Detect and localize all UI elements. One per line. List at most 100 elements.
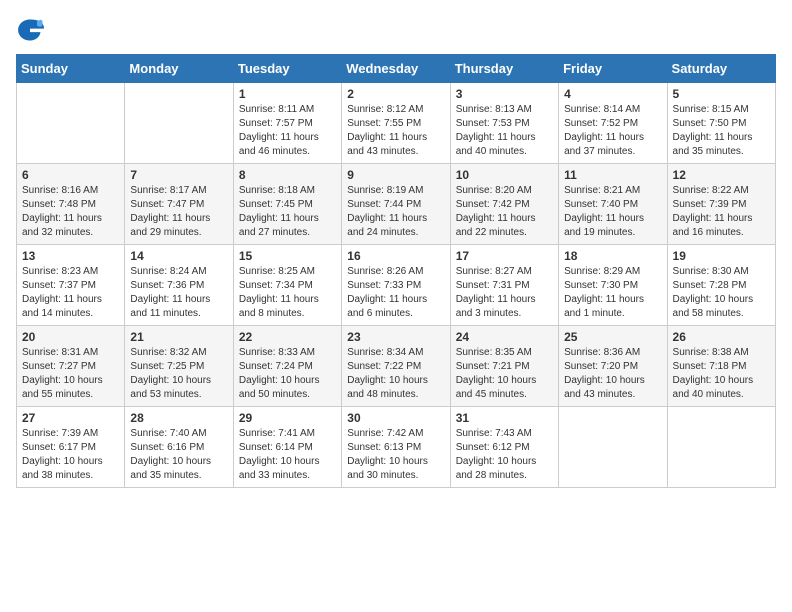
calendar-cell: 12 Sunrise: 8:22 AMSunset: 7:39 PMDayligh…: [667, 164, 775, 245]
calendar-cell: 2 Sunrise: 8:12 AMSunset: 7:55 PMDaylight…: [342, 83, 450, 164]
calendar-cell: 26 Sunrise: 8:38 AMSunset: 7:18 PMDayligh…: [667, 326, 775, 407]
day-number: 15: [239, 249, 336, 263]
day-info: Sunrise: 8:24 AMSunset: 7:36 PMDaylight:…: [130, 265, 227, 321]
day-info: Sunrise: 8:31 AMSunset: 7:27 PMDaylight:…: [22, 346, 119, 402]
day-info: Sunrise: 8:20 AMSunset: 7:42 PMDaylight:…: [456, 184, 553, 240]
day-info: Sunrise: 8:29 AMSunset: 7:30 PMDaylight:…: [564, 265, 661, 321]
day-number: 22: [239, 330, 336, 344]
day-number: 4: [564, 87, 661, 101]
calendar-cell: 19 Sunrise: 8:30 AMSunset: 7:28 PMDayligh…: [667, 245, 775, 326]
calendar-cell: 14 Sunrise: 8:24 AMSunset: 7:36 PMDayligh…: [125, 245, 233, 326]
calendar-cell: 31 Sunrise: 7:43 AMSunset: 6:12 PMDayligh…: [450, 407, 558, 488]
day-info: Sunrise: 8:13 AMSunset: 7:53 PMDaylight:…: [456, 103, 553, 159]
day-info: Sunrise: 8:18 AMSunset: 7:45 PMDaylight:…: [239, 184, 336, 240]
calendar-cell: 8 Sunrise: 8:18 AMSunset: 7:45 PMDaylight…: [233, 164, 341, 245]
page-header: [16, 16, 776, 44]
calendar-cell: 9 Sunrise: 8:19 AMSunset: 7:44 PMDaylight…: [342, 164, 450, 245]
day-info: Sunrise: 8:17 AMSunset: 7:47 PMDaylight:…: [130, 184, 227, 240]
day-number: 26: [673, 330, 770, 344]
calendar-cell: 27Sunrise: 7:39 AMSunset: 6:17 PMDayligh…: [17, 407, 125, 488]
logo-icon: [16, 16, 44, 44]
calendar-cell: 25Sunrise: 8:36 AMSunset: 7:20 PMDayligh…: [559, 326, 667, 407]
calendar-cell: [17, 83, 125, 164]
calendar-cell: 21 Sunrise: 8:32 AMSunset: 7:25 PMDayligh…: [125, 326, 233, 407]
day-number: 1: [239, 87, 336, 101]
day-number: 29: [239, 411, 336, 425]
day-number: 31: [456, 411, 553, 425]
calendar-cell: 1 Sunrise: 8:11 AMSunset: 7:57 PMDaylight…: [233, 83, 341, 164]
day-info: Sunrise: 7:40 AMSunset: 6:16 PMDaylight:…: [130, 427, 227, 483]
day-number: 9: [347, 168, 444, 182]
calendar-cell: 16Sunrise: 8:26 AMSunset: 7:33 PMDayligh…: [342, 245, 450, 326]
day-info: Sunrise: 8:32 AMSunset: 7:25 PMDaylight:…: [130, 346, 227, 402]
day-info: Sunrise: 8:11 AMSunset: 7:57 PMDaylight:…: [239, 103, 336, 159]
calendar-cell: 29Sunrise: 7:41 AMSunset: 6:14 PMDayligh…: [233, 407, 341, 488]
day-number: 19: [673, 249, 770, 263]
day-number: 7: [130, 168, 227, 182]
day-info: Sunrise: 8:12 AMSunset: 7:55 PMDaylight:…: [347, 103, 444, 159]
calendar-cell: 24Sunrise: 8:35 AMSunset: 7:21 PMDayligh…: [450, 326, 558, 407]
day-info: Sunrise: 8:14 AMSunset: 7:52 PMDaylight:…: [564, 103, 661, 159]
calendar-cell: 7 Sunrise: 8:17 AMSunset: 7:47 PMDaylight…: [125, 164, 233, 245]
day-info: Sunrise: 8:21 AMSunset: 7:40 PMDaylight:…: [564, 184, 661, 240]
calendar-cell: 13 Sunrise: 8:23 AMSunset: 7:37 PMDayligh…: [17, 245, 125, 326]
day-info: Sunrise: 7:39 AMSunset: 6:17 PMDaylight:…: [22, 427, 119, 483]
calendar-cell: 22 Sunrise: 8:33 AMSunset: 7:24 PMDayligh…: [233, 326, 341, 407]
day-info: Sunrise: 8:38 AMSunset: 7:18 PMDaylight:…: [673, 346, 770, 402]
calendar-week-row: 6 Sunrise: 8:16 AMSunset: 7:48 PMDaylight…: [17, 164, 776, 245]
calendar-cell: [125, 83, 233, 164]
day-number: 28: [130, 411, 227, 425]
calendar-week-row: 13 Sunrise: 8:23 AMSunset: 7:37 PMDayligh…: [17, 245, 776, 326]
day-info: Sunrise: 7:43 AMSunset: 6:12 PMDaylight:…: [456, 427, 553, 483]
day-info: Sunrise: 8:35 AMSunset: 7:21 PMDaylight:…: [456, 346, 553, 402]
day-number: 21: [130, 330, 227, 344]
day-info: Sunrise: 7:42 AMSunset: 6:13 PMDaylight:…: [347, 427, 444, 483]
day-number: 16: [347, 249, 444, 263]
day-info: Sunrise: 8:15 AMSunset: 7:50 PMDaylight:…: [673, 103, 770, 159]
calendar-cell: [667, 407, 775, 488]
weekday-header: Wednesday: [342, 55, 450, 83]
logo: [16, 16, 44, 44]
day-number: 3: [456, 87, 553, 101]
calendar-cell: 18 Sunrise: 8:29 AMSunset: 7:30 PMDayligh…: [559, 245, 667, 326]
day-info: Sunrise: 8:22 AMSunset: 7:39 PMDaylight:…: [673, 184, 770, 240]
day-number: 11: [564, 168, 661, 182]
calendar-table: SundayMondayTuesdayWednesdayThursdayFrid…: [16, 54, 776, 488]
calendar-week-row: 27Sunrise: 7:39 AMSunset: 6:17 PMDayligh…: [17, 407, 776, 488]
weekday-header: Thursday: [450, 55, 558, 83]
weekday-header: Monday: [125, 55, 233, 83]
calendar-week-row: 1 Sunrise: 8:11 AMSunset: 7:57 PMDaylight…: [17, 83, 776, 164]
day-number: 23: [347, 330, 444, 344]
day-info: Sunrise: 8:25 AMSunset: 7:34 PMDaylight:…: [239, 265, 336, 321]
calendar-cell: 15 Sunrise: 8:25 AMSunset: 7:34 PMDayligh…: [233, 245, 341, 326]
calendar-cell: 11 Sunrise: 8:21 AMSunset: 7:40 PMDayligh…: [559, 164, 667, 245]
calendar-week-row: 20Sunrise: 8:31 AMSunset: 7:27 PMDayligh…: [17, 326, 776, 407]
day-number: 8: [239, 168, 336, 182]
day-info: Sunrise: 8:23 AMSunset: 7:37 PMDaylight:…: [22, 265, 119, 321]
day-number: 18: [564, 249, 661, 263]
day-info: Sunrise: 8:27 AMSunset: 7:31 PMDaylight:…: [456, 265, 553, 321]
day-number: 12: [673, 168, 770, 182]
day-number: 13: [22, 249, 119, 263]
calendar-cell: 6 Sunrise: 8:16 AMSunset: 7:48 PMDaylight…: [17, 164, 125, 245]
weekday-header: Saturday: [667, 55, 775, 83]
day-number: 5: [673, 87, 770, 101]
day-number: 2: [347, 87, 444, 101]
calendar-cell: 20Sunrise: 8:31 AMSunset: 7:27 PMDayligh…: [17, 326, 125, 407]
calendar-header-row: SundayMondayTuesdayWednesdayThursdayFrid…: [17, 55, 776, 83]
weekday-header: Tuesday: [233, 55, 341, 83]
day-info: Sunrise: 8:16 AMSunset: 7:48 PMDaylight:…: [22, 184, 119, 240]
day-number: 10: [456, 168, 553, 182]
day-number: 17: [456, 249, 553, 263]
calendar-cell: 17 Sunrise: 8:27 AMSunset: 7:31 PMDayligh…: [450, 245, 558, 326]
calendar-cell: 4 Sunrise: 8:14 AMSunset: 7:52 PMDaylight…: [559, 83, 667, 164]
day-number: 6: [22, 168, 119, 182]
day-info: Sunrise: 8:33 AMSunset: 7:24 PMDaylight:…: [239, 346, 336, 402]
calendar-cell: 23 Sunrise: 8:34 AMSunset: 7:22 PMDayligh…: [342, 326, 450, 407]
calendar-cell: 10 Sunrise: 8:20 AMSunset: 7:42 PMDayligh…: [450, 164, 558, 245]
calendar-cell: 3 Sunrise: 8:13 AMSunset: 7:53 PMDaylight…: [450, 83, 558, 164]
day-number: 14: [130, 249, 227, 263]
day-info: Sunrise: 8:34 AMSunset: 7:22 PMDaylight:…: [347, 346, 444, 402]
day-info: Sunrise: 8:30 AMSunset: 7:28 PMDaylight:…: [673, 265, 770, 321]
day-info: Sunrise: 8:19 AMSunset: 7:44 PMDaylight:…: [347, 184, 444, 240]
